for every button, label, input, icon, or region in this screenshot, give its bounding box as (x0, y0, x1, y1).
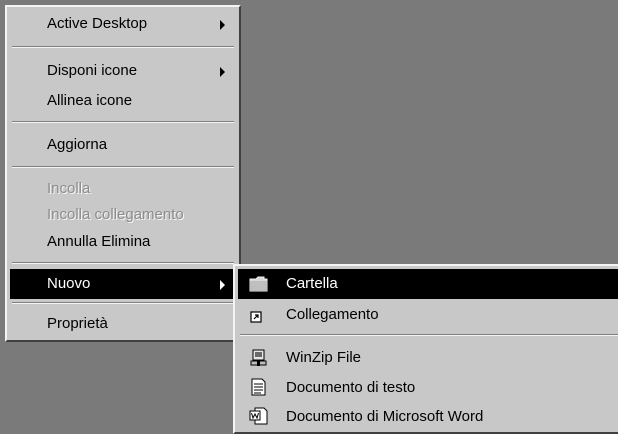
menu-item-aggiorna[interactable]: Aggiorna (10, 130, 236, 160)
submenu-item-documento-di-testo[interactable]: Documento di testo (238, 373, 618, 403)
folder-icon (249, 276, 268, 292)
menu-item-disponi-icone[interactable]: Disponi icone (10, 56, 236, 86)
text-document-icon (251, 378, 266, 396)
menu-separator (12, 302, 234, 304)
submenu-item-cartella[interactable]: Cartella (238, 269, 618, 299)
menu-separator (240, 334, 618, 336)
menu-item-nuovo[interactable]: Nuovo (10, 269, 236, 299)
menu-item-proprieta[interactable]: Proprietà (10, 309, 236, 339)
menu-separator (12, 166, 234, 168)
menu-separator (12, 46, 234, 48)
menu-item-incolla-collegamento: Incolla collegamento (47, 206, 184, 223)
winzip-icon (250, 349, 267, 366)
submenu-item-documento-word[interactable]: Documento di Microsoft Word (238, 402, 618, 432)
menu-item-annulla-elimina[interactable]: Annulla Elimina (10, 227, 236, 257)
menu-item-allinea-icone[interactable]: Allinea icone (10, 86, 236, 116)
nuovo-submenu: Cartella Collegamento WinZip File Docume… (233, 264, 618, 434)
menu-separator (12, 121, 234, 123)
submenu-arrow-icon (220, 280, 225, 290)
submenu-item-winzip-file[interactable]: WinZip File (238, 343, 618, 373)
submenu-arrow-icon (220, 67, 225, 77)
submenu-arrow-icon (220, 20, 225, 30)
submenu-item-collegamento[interactable]: Collegamento (238, 300, 618, 330)
desktop-context-menu: Active Desktop Disponi icone Allinea ico… (5, 5, 241, 342)
word-document-icon (249, 407, 268, 425)
shortcut-icon (250, 311, 262, 323)
menu-separator (12, 262, 234, 264)
menu-item-active-desktop[interactable]: Active Desktop (10, 9, 236, 39)
